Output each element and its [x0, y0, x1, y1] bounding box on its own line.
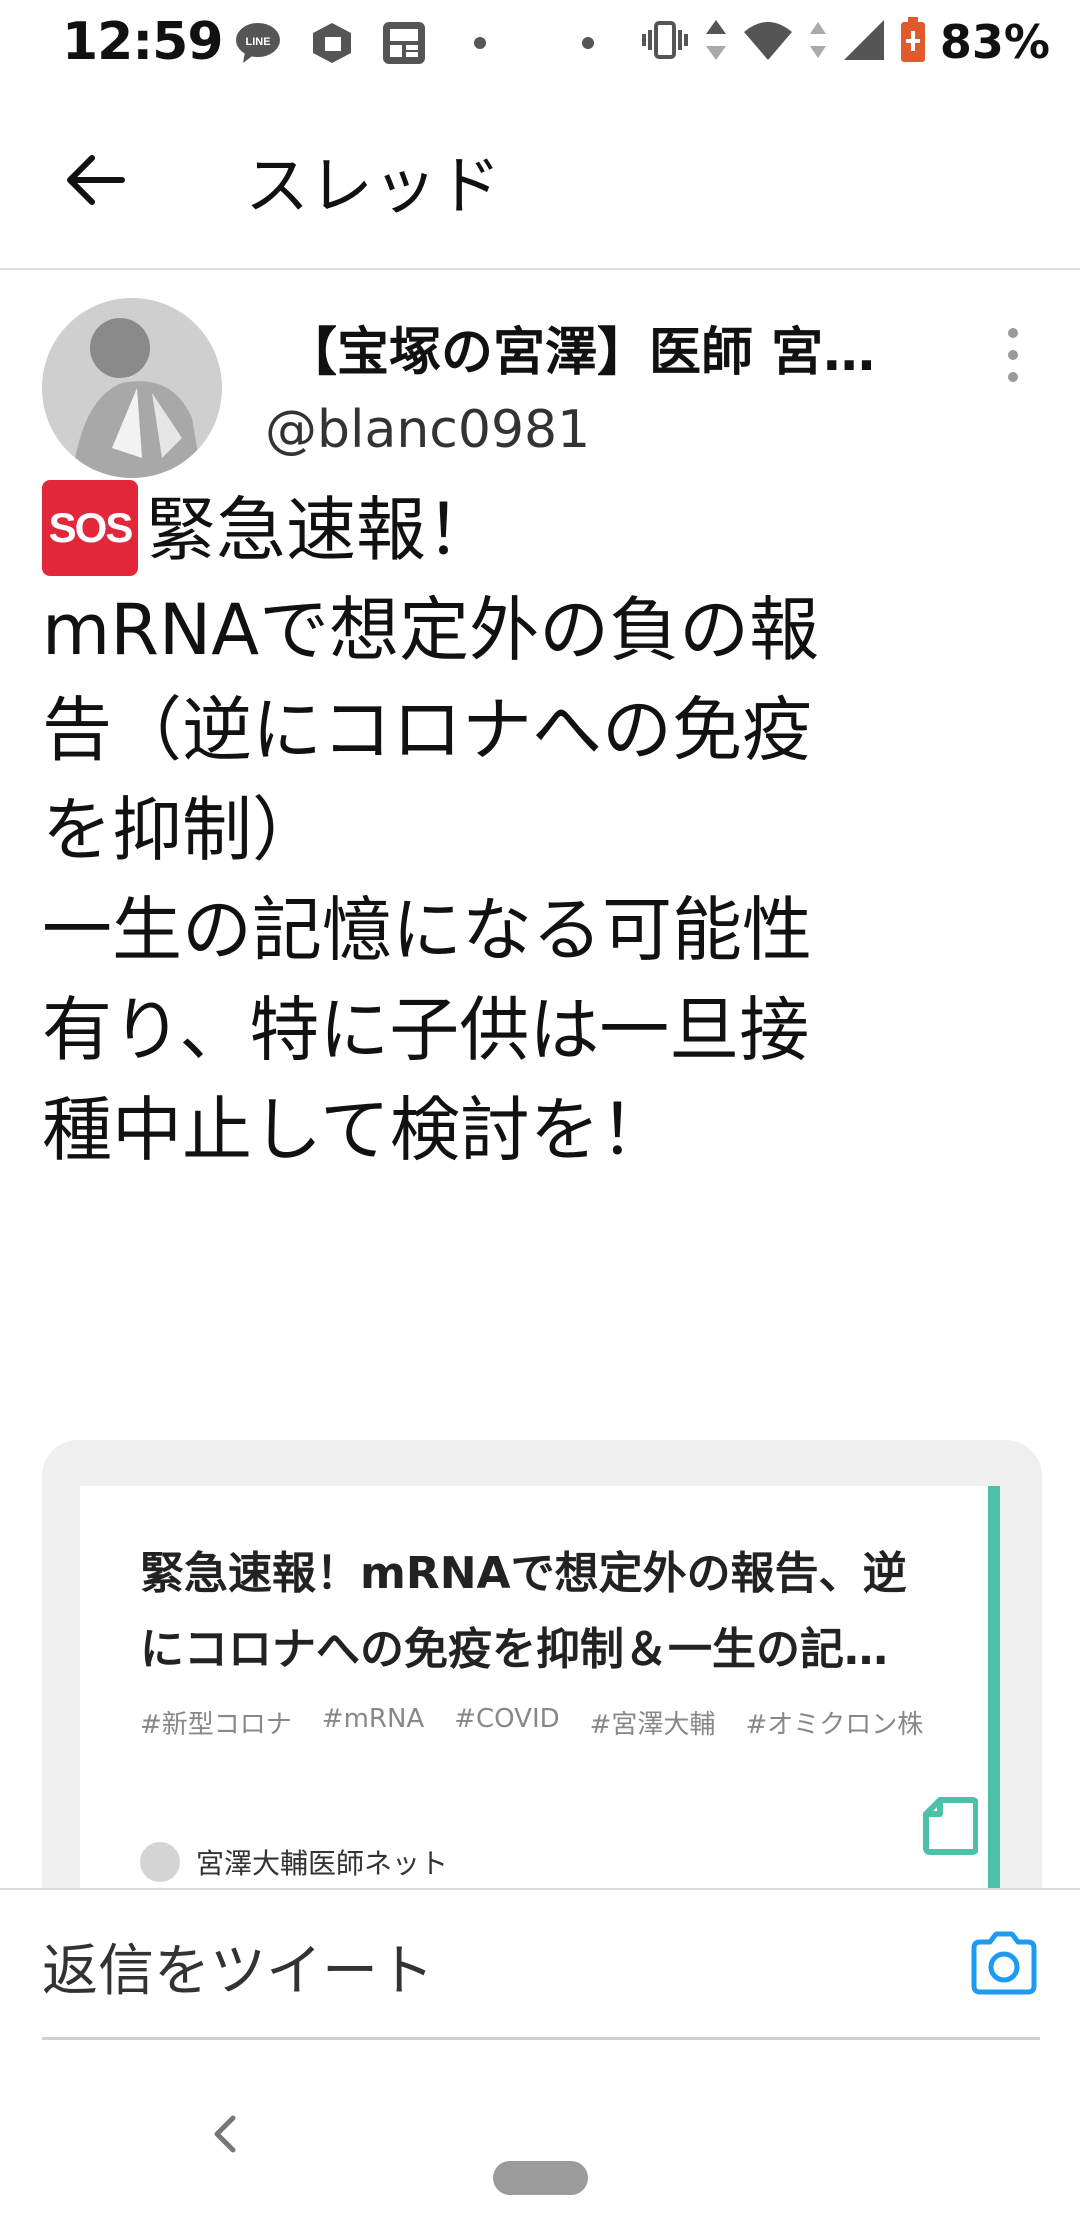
tweet-line: を抑制） — [42, 789, 322, 871]
link-card-preview: 緊急速報！mRNAで想定外の報告、逆 にコロナへの免疫を抑制＆一生の記… #新型… — [80, 1486, 1000, 1900]
author-name[interactable]: 【宝塚の宮澤】医師 宮… — [285, 310, 915, 385]
tag: #mRNA — [321, 1704, 425, 1734]
link-card-title: 緊急速報！mRNAで想定外の報告、逆 にコロナへの免疫を抑制＆一生の記… — [140, 1548, 907, 1675]
nav-home-pill[interactable] — [493, 2161, 588, 2195]
top-app-bar: スレッド — [0, 90, 1080, 270]
tweet-text: SOS 緊急速報！ mRNAで想定外の負の報 告（逆にコロナへの免疫 を抑制） 一… — [42, 479, 1052, 1180]
tag: #COVID — [454, 1704, 560, 1734]
status-right-icons: 83% — [640, 12, 1050, 72]
status-time: 12:59 — [62, 12, 224, 72]
data-arrows-icon — [704, 18, 728, 66]
news-icon — [378, 18, 430, 68]
dot-icon — [578, 18, 598, 68]
tweet-line: 一生の記憶になる可能性 — [42, 889, 812, 971]
tweet-line: mRNAで想定外の負の報 — [42, 589, 820, 671]
nav-back-icon[interactable] — [205, 2112, 245, 2156]
wifi-icon — [742, 18, 794, 66]
tag: #宮澤大輔 — [589, 1710, 716, 1740]
reply-placeholder: 返信をツイート — [42, 1939, 434, 2004]
data-arrows-icon — [808, 20, 828, 64]
reply-bar: 返信をツイート — [0, 1888, 1080, 2042]
system-nav-bar — [0, 2042, 1080, 2220]
link-card[interactable]: 緊急速報！mRNAで想定外の報告、逆 にコロナへの免疫を抑制＆一生の記… #新型… — [42, 1440, 1042, 1900]
tag: #オミクロン株 — [745, 1710, 924, 1740]
link-card-tags: #新型コロナ #mRNA #COVID #宮澤大輔 #オミクロン株 — [140, 1704, 923, 1741]
link-card-author: 宮澤大輔医師ネット — [140, 1842, 448, 1882]
battery-icon — [900, 17, 926, 67]
signal-icon — [842, 18, 886, 66]
line-icon: LINE — [232, 18, 284, 68]
link-card-author-avatar — [140, 1842, 180, 1882]
author-avatar[interactable] — [42, 298, 222, 478]
dot-icon — [470, 18, 490, 68]
author-handle[interactable]: @blanc0981 — [265, 400, 590, 460]
tweet-line: 有り、特に子供は一旦接 — [42, 989, 810, 1071]
back-button[interactable] — [50, 140, 140, 220]
more-options-button[interactable] — [988, 320, 1038, 390]
page-title: スレッド — [245, 150, 501, 224]
arrow-left-icon — [67, 155, 125, 205]
avatar-photo — [42, 298, 222, 478]
camera-button[interactable] — [968, 1930, 1040, 1996]
more-vertical-icon — [1008, 328, 1018, 338]
tweet-line: 告（逆にコロナへの免疫 — [42, 689, 812, 771]
tag: #新型コロナ — [140, 1710, 292, 1740]
document-icon — [923, 1797, 978, 1855]
vibrate-icon — [640, 20, 690, 64]
status-bar: 12:59 LINE 83% — [0, 0, 1080, 90]
tweet-line: 種中止して検討を！ — [42, 1089, 670, 1171]
mcafee-icon — [308, 18, 356, 68]
reply-input[interactable]: 返信をツイート — [42, 1890, 1040, 2040]
sos-icon: SOS — [42, 479, 138, 576]
svg-text:LINE: LINE — [245, 36, 270, 48]
camera-icon — [971, 1931, 1037, 1995]
battery-percent: 83% — [939, 15, 1050, 69]
tweet-line: SOS 緊急速報！ — [42, 479, 1052, 580]
